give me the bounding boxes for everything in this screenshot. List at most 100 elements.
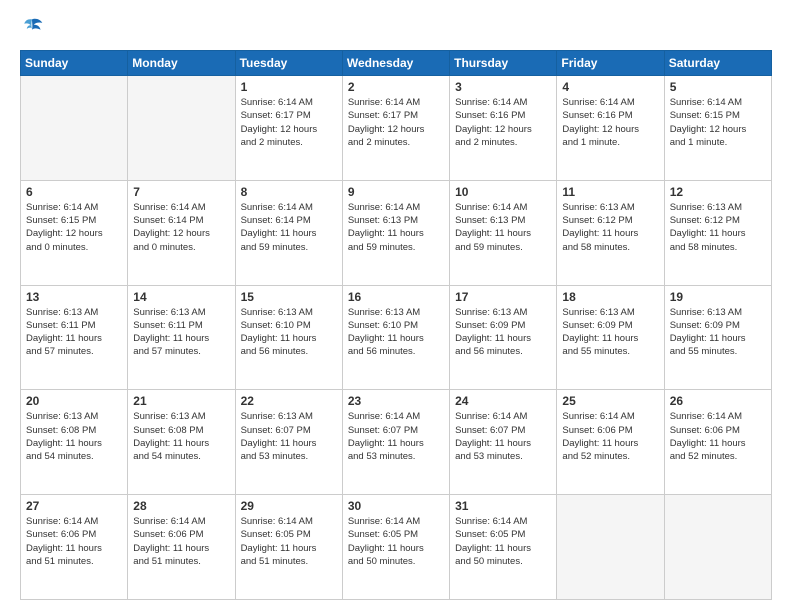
day-number: 22 (241, 394, 337, 408)
header (20, 16, 772, 40)
day-info: Sunrise: 6:14 AM Sunset: 6:05 PM Dayligh… (348, 515, 444, 568)
day-number: 15 (241, 290, 337, 304)
day-info: Sunrise: 6:14 AM Sunset: 6:17 PM Dayligh… (241, 96, 337, 149)
calendar-day-cell: 20Sunrise: 6:13 AM Sunset: 6:08 PM Dayli… (21, 390, 128, 495)
calendar-day-cell: 31 Sunrise: 6:14 AM Sunset: 6:05 PM Dayli… (450, 495, 557, 600)
logo (20, 16, 48, 40)
calendar-day-cell: 18 Sunrise: 6:13 AM Sunset: 6:09 PM Dayli… (557, 285, 664, 390)
day-info: Sunrise: 6:13 AM Sunset: 6:12 PM Dayligh… (670, 201, 766, 254)
day-info: Sunrise: 6:13 AM Sunset: 6:12 PM Dayligh… (562, 201, 658, 254)
day-info: Sunrise: 6:14 AM Sunset: 6:13 PM Dayligh… (455, 201, 551, 254)
calendar-day-header: Saturday (664, 51, 771, 76)
day-info: Sunrise: 6:13 AM Sunset: 6:09 PM Dayligh… (562, 306, 658, 359)
day-number: 29 (241, 499, 337, 513)
calendar-day-cell: 1 Sunrise: 6:14 AM Sunset: 6:17 PM Daylig… (235, 76, 342, 181)
day-info: Sunrise: 6:14 AM Sunset: 6:14 PM Dayligh… (241, 201, 337, 254)
day-number: 20 (26, 394, 122, 408)
calendar-day-cell: 11 Sunrise: 6:13 AM Sunset: 6:12 PM Dayli… (557, 180, 664, 285)
calendar-week-row: 6 Sunrise: 6:14 AM Sunset: 6:15 PM Daylig… (21, 180, 772, 285)
calendar-day-cell: 8 Sunrise: 6:14 AM Sunset: 6:14 PM Daylig… (235, 180, 342, 285)
day-number: 28 (133, 499, 229, 513)
calendar-week-row: 13 Sunrise: 6:13 AM Sunset: 6:11 PM Dayli… (21, 285, 772, 390)
day-number: 26 (670, 394, 766, 408)
calendar-day-cell: 6 Sunrise: 6:14 AM Sunset: 6:15 PM Daylig… (21, 180, 128, 285)
page: SundayMondayTuesdayWednesdayThursdayFrid… (0, 0, 792, 612)
day-info: Sunrise: 6:14 AM Sunset: 6:16 PM Dayligh… (455, 96, 551, 149)
day-number: 21 (133, 394, 229, 408)
calendar-day-cell: 24 Sunrise: 6:14 AM Sunset: 6:07 PM Dayli… (450, 390, 557, 495)
calendar-day-cell: 16 Sunrise: 6:13 AM Sunset: 6:10 PM Dayli… (342, 285, 449, 390)
day-number: 31 (455, 499, 551, 513)
calendar-table: SundayMondayTuesdayWednesdayThursdayFrid… (20, 50, 772, 600)
day-info: Sunrise: 6:14 AM Sunset: 6:15 PM Dayligh… (26, 201, 122, 254)
day-info: Sunrise: 6:14 AM Sunset: 6:07 PM Dayligh… (455, 410, 551, 463)
calendar-day-header: Wednesday (342, 51, 449, 76)
day-number: 1 (241, 80, 337, 94)
logo-bird-icon (20, 16, 44, 40)
calendar-day-cell: 29 Sunrise: 6:14 AM Sunset: 6:05 PM Dayli… (235, 495, 342, 600)
calendar-day-cell: 12 Sunrise: 6:13 AM Sunset: 6:12 PM Dayli… (664, 180, 771, 285)
calendar-day-cell: 17Sunrise: 6:13 AM Sunset: 6:09 PM Dayli… (450, 285, 557, 390)
calendar-day-cell (557, 495, 664, 600)
day-info: Sunrise: 6:14 AM Sunset: 6:06 PM Dayligh… (26, 515, 122, 568)
day-number: 7 (133, 185, 229, 199)
day-number: 2 (348, 80, 444, 94)
day-number: 14 (133, 290, 229, 304)
calendar-week-row: 1 Sunrise: 6:14 AM Sunset: 6:17 PM Daylig… (21, 76, 772, 181)
calendar-day-cell: 3 Sunrise: 6:14 AM Sunset: 6:16 PM Daylig… (450, 76, 557, 181)
day-info: Sunrise: 6:14 AM Sunset: 6:06 PM Dayligh… (562, 410, 658, 463)
day-info: Sunrise: 6:13 AM Sunset: 6:10 PM Dayligh… (241, 306, 337, 359)
day-number: 8 (241, 185, 337, 199)
day-number: 24 (455, 394, 551, 408)
day-number: 19 (670, 290, 766, 304)
calendar-day-cell: 19 Sunrise: 6:13 AM Sunset: 6:09 PM Dayli… (664, 285, 771, 390)
day-info: Sunrise: 6:13 AM Sunset: 6:10 PM Dayligh… (348, 306, 444, 359)
calendar-day-cell (128, 76, 235, 181)
day-info: Sunrise: 6:14 AM Sunset: 6:06 PM Dayligh… (670, 410, 766, 463)
day-info: Sunrise: 6:13 AM Sunset: 6:09 PM Dayligh… (670, 306, 766, 359)
day-number: 10 (455, 185, 551, 199)
day-info: Sunrise: 6:14 AM Sunset: 6:05 PM Dayligh… (455, 515, 551, 568)
day-number: 27 (26, 499, 122, 513)
calendar-day-cell: 25Sunrise: 6:14 AM Sunset: 6:06 PM Dayli… (557, 390, 664, 495)
day-number: 11 (562, 185, 658, 199)
calendar-day-cell: 22 Sunrise: 6:13 AM Sunset: 6:07 PM Dayli… (235, 390, 342, 495)
day-info: Sunrise: 6:13 AM Sunset: 6:11 PM Dayligh… (26, 306, 122, 359)
day-info: Sunrise: 6:14 AM Sunset: 6:17 PM Dayligh… (348, 96, 444, 149)
day-number: 18 (562, 290, 658, 304)
calendar-day-cell: 23 Sunrise: 6:14 AM Sunset: 6:07 PM Dayli… (342, 390, 449, 495)
day-number: 23 (348, 394, 444, 408)
calendar-day-cell: 9 Sunrise: 6:14 AM Sunset: 6:13 PM Daylig… (342, 180, 449, 285)
day-info: Sunrise: 6:14 AM Sunset: 6:07 PM Dayligh… (348, 410, 444, 463)
day-info: Sunrise: 6:14 AM Sunset: 6:05 PM Dayligh… (241, 515, 337, 568)
day-info: Sunrise: 6:14 AM Sunset: 6:14 PM Dayligh… (133, 201, 229, 254)
calendar-day-cell: 30 Sunrise: 6:14 AM Sunset: 6:05 PM Dayli… (342, 495, 449, 600)
day-number: 6 (26, 185, 122, 199)
calendar-day-header: Monday (128, 51, 235, 76)
day-info: Sunrise: 6:14 AM Sunset: 6:16 PM Dayligh… (562, 96, 658, 149)
calendar-day-cell: 13 Sunrise: 6:13 AM Sunset: 6:11 PM Dayli… (21, 285, 128, 390)
calendar-header-row: SundayMondayTuesdayWednesdayThursdayFrid… (21, 51, 772, 76)
day-number: 13 (26, 290, 122, 304)
calendar-day-cell (21, 76, 128, 181)
day-number: 3 (455, 80, 551, 94)
day-info: Sunrise: 6:14 AM Sunset: 6:06 PM Dayligh… (133, 515, 229, 568)
calendar-day-cell: 14Sunrise: 6:13 AM Sunset: 6:11 PM Dayli… (128, 285, 235, 390)
day-number: 16 (348, 290, 444, 304)
day-info: Sunrise: 6:13 AM Sunset: 6:08 PM Dayligh… (133, 410, 229, 463)
day-number: 4 (562, 80, 658, 94)
day-info: Sunrise: 6:14 AM Sunset: 6:13 PM Dayligh… (348, 201, 444, 254)
calendar-day-cell: 7 Sunrise: 6:14 AM Sunset: 6:14 PM Daylig… (128, 180, 235, 285)
day-number: 30 (348, 499, 444, 513)
day-number: 9 (348, 185, 444, 199)
day-info: Sunrise: 6:14 AM Sunset: 6:15 PM Dayligh… (670, 96, 766, 149)
day-number: 12 (670, 185, 766, 199)
day-info: Sunrise: 6:13 AM Sunset: 6:07 PM Dayligh… (241, 410, 337, 463)
calendar-day-cell: 26 Sunrise: 6:14 AM Sunset: 6:06 PM Dayli… (664, 390, 771, 495)
calendar-day-cell: 2 Sunrise: 6:14 AM Sunset: 6:17 PM Daylig… (342, 76, 449, 181)
calendar-week-row: 20 Sunrise: 6:13 AM Sunset: 6:08 PM Dayli… (21, 390, 772, 495)
calendar-day-cell: 5Sunrise: 6:14 AM Sunset: 6:15 PM Daylig… (664, 76, 771, 181)
calendar-week-row: 27 Sunrise: 6:14 AM Sunset: 6:06 PM Dayli… (21, 495, 772, 600)
calendar-day-header: Thursday (450, 51, 557, 76)
calendar-day-header: Tuesday (235, 51, 342, 76)
